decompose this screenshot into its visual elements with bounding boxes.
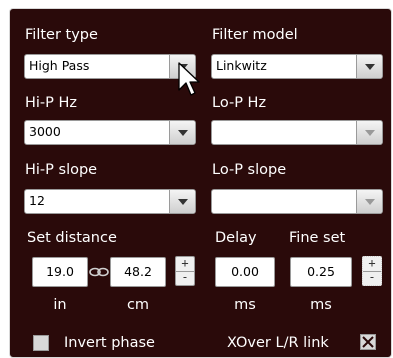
lop-slope-dropdown-button[interactable]: [356, 190, 382, 213]
checkmark-x-icon: [362, 336, 374, 348]
chain-link-icon[interactable]: [89, 267, 109, 277]
lop-hz-label: Lo-P Hz: [212, 95, 267, 111]
cm-unit-label: cm: [126, 297, 150, 313]
filter-model-label: Filter model: [212, 27, 298, 43]
hip-hz-label: Hi-P Hz: [25, 95, 78, 111]
distance-spinner[interactable]: + -: [175, 256, 195, 286]
lop-hz-dropdown[interactable]: [211, 120, 383, 145]
hip-slope-dropdown[interactable]: 12: [24, 189, 196, 214]
distance-inches-input[interactable]: 19.0: [32, 257, 88, 287]
chevron-down-icon: [178, 130, 188, 136]
hip-hz-value: 3000: [29, 124, 61, 139]
invert-phase-label: Invert phase: [64, 335, 155, 351]
chevron-down-icon: [365, 64, 375, 70]
chevron-down-icon: [178, 199, 188, 205]
invert-phase-checkbox[interactable]: [33, 335, 49, 351]
set-distance-label: Set distance: [27, 230, 117, 246]
chevron-down-icon: [365, 130, 375, 136]
distance-cm-input[interactable]: 48.2: [110, 257, 166, 287]
fine-set-input[interactable]: 0.25: [290, 257, 352, 287]
xover-link-label: XOver L/R link: [227, 335, 329, 351]
mouse-pointer-icon: [178, 62, 200, 96]
filter-type-dropdown[interactable]: High Pass: [24, 54, 196, 79]
fine-set-spinner[interactable]: + -: [362, 256, 382, 286]
lop-hz-dropdown-button[interactable]: [356, 121, 382, 144]
delay-label: Delay: [215, 230, 257, 246]
delay-unit-label: ms: [234, 297, 256, 313]
distance-decrement-button[interactable]: -: [176, 271, 194, 285]
filter-type-value: High Pass: [29, 58, 90, 73]
hip-slope-label: Hi-P slope: [25, 162, 98, 178]
filter-model-dropdown-button[interactable]: [356, 55, 382, 78]
lop-slope-dropdown[interactable]: [211, 189, 383, 214]
hip-slope-value: 12: [29, 193, 45, 208]
hip-slope-dropdown-button[interactable]: [169, 190, 195, 213]
xover-link-checkbox[interactable]: [360, 334, 376, 350]
chevron-down-icon: [365, 199, 375, 205]
hip-hz-dropdown-button[interactable]: [169, 121, 195, 144]
filter-type-label: Filter type: [25, 27, 98, 43]
fine-set-label: Fine set: [289, 230, 346, 246]
filter-model-dropdown[interactable]: Linkwitz: [211, 54, 383, 79]
inches-unit-label: in: [53, 297, 67, 313]
fine-set-decrement-button[interactable]: -: [363, 271, 381, 285]
hip-hz-dropdown[interactable]: 3000: [24, 120, 196, 145]
delay-input[interactable]: 0.00: [215, 257, 275, 287]
fine-set-unit-label: ms: [310, 297, 332, 313]
filter-model-value: Linkwitz: [216, 58, 267, 73]
lop-slope-label: Lo-P slope: [212, 162, 287, 178]
